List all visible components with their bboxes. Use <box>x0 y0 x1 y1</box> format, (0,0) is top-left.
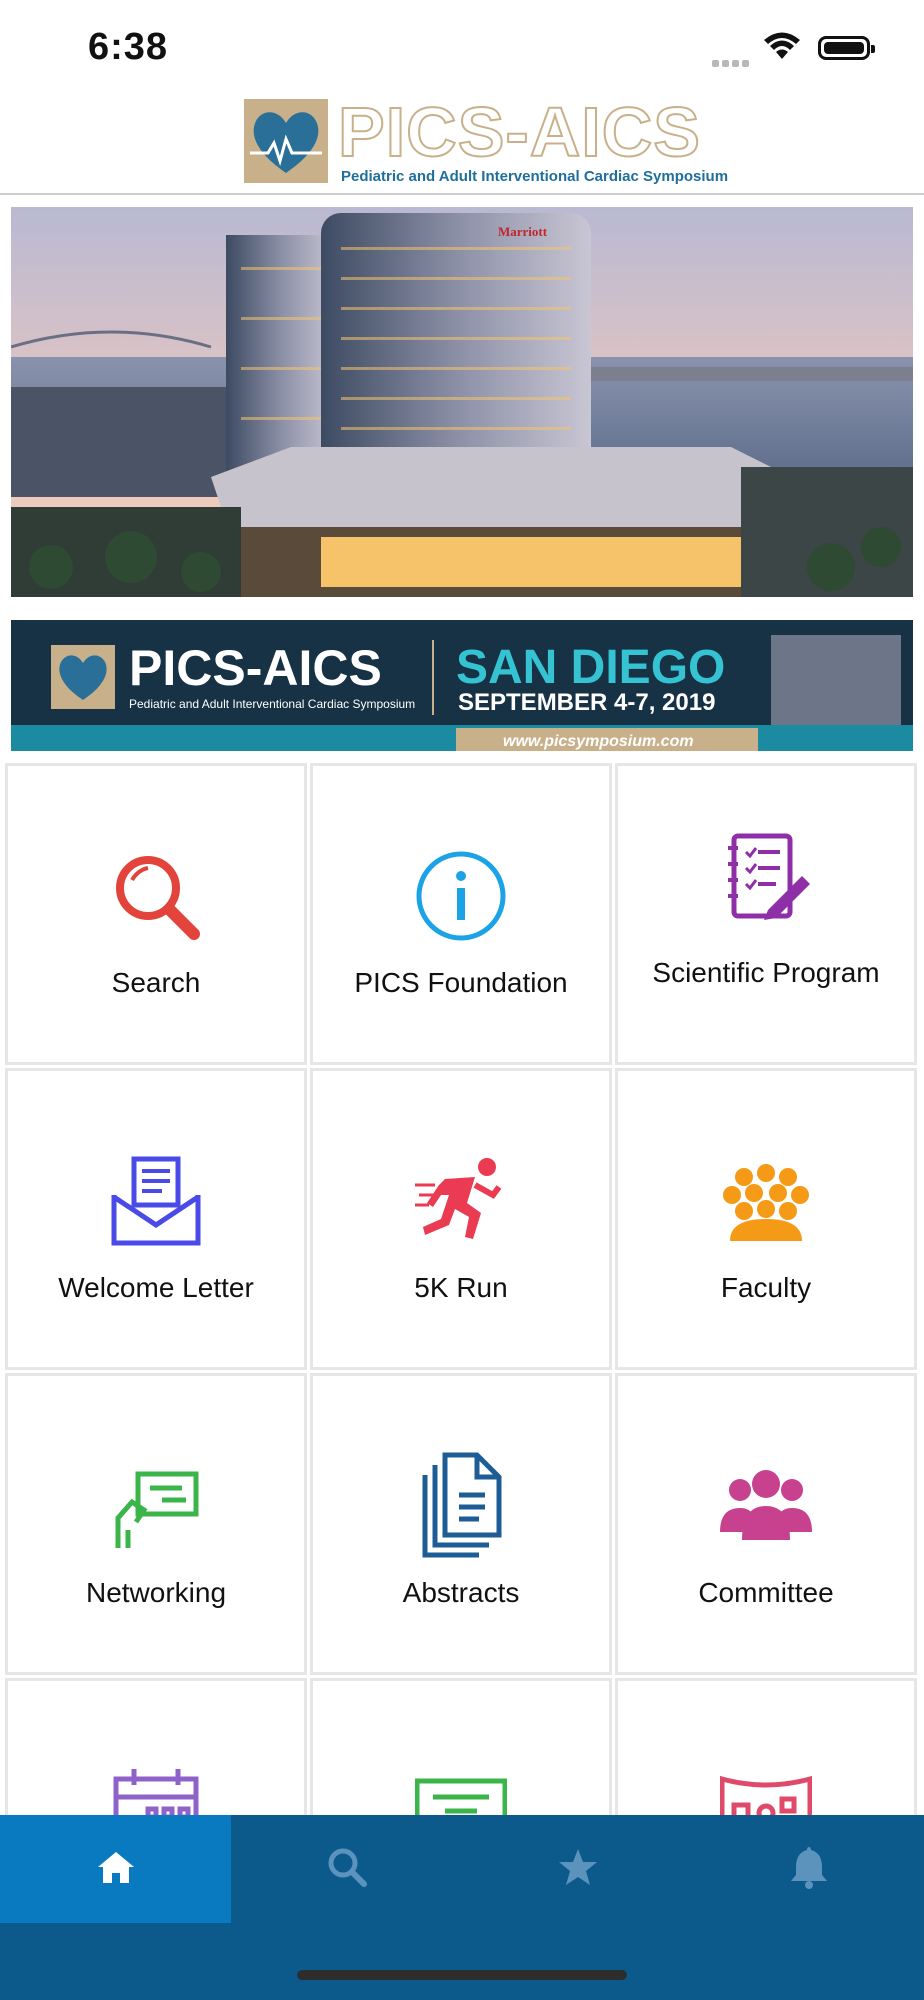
menu-item-calendar[interactable] <box>5 1678 307 1815</box>
menu-item-label: PICS Foundation <box>354 967 568 998</box>
heart-logo-icon <box>244 99 328 183</box>
runner-icon <box>313 1151 609 1251</box>
menu-item-committee[interactable]: Committee <box>615 1373 917 1675</box>
menu-item-label: Abstracts <box>402 1577 520 1608</box>
menu-item-label: Search <box>111 967 201 998</box>
envelope-letter-icon <box>8 1151 304 1251</box>
map-icon <box>618 1761 914 1815</box>
sign-board-icon <box>313 1761 609 1815</box>
hotel-sign: Marriott <box>498 224 548 239</box>
notebook-checklist-icon <box>618 828 914 928</box>
banner-url: www.picsymposium.com <box>503 733 694 750</box>
cellular-signal-icon <box>712 54 752 72</box>
calendar-icon <box>8 1761 304 1815</box>
tab-notifications[interactable] <box>693 1815 924 1923</box>
menu-grid: Search PICS Foundation Scientific Progra… <box>5 763 919 1815</box>
documents-icon <box>313 1452 609 1558</box>
bell-icon <box>789 1845 829 1894</box>
tab-home[interactable] <box>0 1815 231 1923</box>
business-card-icon <box>8 1456 304 1556</box>
menu-item-networking[interactable]: Networking <box>5 1373 307 1675</box>
app-header: PICS-AICS Pediatric and Adult Interventi… <box>0 92 924 195</box>
menu-item-sign-board[interactable] <box>310 1678 612 1815</box>
menu-item-pics-foundation[interactable]: PICS Foundation <box>310 763 612 1065</box>
menu-item-map[interactable] <box>615 1678 917 1815</box>
home-icon <box>96 1849 136 1890</box>
logo-title: PICS-AICS <box>337 92 701 172</box>
info-icon <box>313 846 609 946</box>
menu-item-faculty[interactable]: Faculty <box>615 1068 917 1370</box>
home-indicator <box>297 1970 627 1980</box>
hotel-hero-image: Marriott <box>11 207 913 597</box>
menu-item-scientific-program[interactable]: Scientific Program <box>615 763 917 1065</box>
menu-item-label: Committee <box>698 1577 834 1608</box>
banner-dates: SEPTEMBER 4-7, 2019 <box>458 689 715 716</box>
tab-favorites[interactable] <box>462 1815 693 1923</box>
battery-icon <box>818 36 875 60</box>
menu-item-5k-run[interactable]: 5K Run <box>310 1068 612 1370</box>
status-bar: 6:38 <box>0 0 924 95</box>
tab-search[interactable] <box>231 1815 462 1923</box>
banner-title: PICS-AICS <box>129 640 382 696</box>
menu-item-label: Scientific Program <box>652 957 880 988</box>
group-icon <box>618 1456 914 1556</box>
banner-subtitle: Pediatric and Adult Interventional Cardi… <box>129 697 415 711</box>
menu-item-search[interactable]: Search <box>5 763 307 1065</box>
banner-city: SAN DIEGO <box>456 641 725 694</box>
menu-item-label: 5K Run <box>414 1272 508 1303</box>
wifi-icon <box>762 32 802 67</box>
crowd-icon <box>618 1151 914 1251</box>
magnifier-icon <box>8 846 304 946</box>
menu-item-label: Networking <box>85 1577 227 1608</box>
event-banner[interactable]: PICS-AICS Pediatric and Adult Interventi… <box>11 620 913 751</box>
menu-item-welcome-letter[interactable]: Welcome Letter <box>5 1068 307 1370</box>
logo-subtitle: Pediatric and Adult Interventional Cardi… <box>341 168 729 185</box>
menu-item-abstracts[interactable]: Abstracts <box>310 1373 612 1675</box>
star-icon <box>557 1847 599 1892</box>
search-icon <box>326 1846 368 1893</box>
menu-item-label: Faculty <box>720 1272 812 1303</box>
status-time: 6:38 <box>88 26 169 68</box>
menu-item-label: Welcome Letter <box>58 1272 254 1303</box>
